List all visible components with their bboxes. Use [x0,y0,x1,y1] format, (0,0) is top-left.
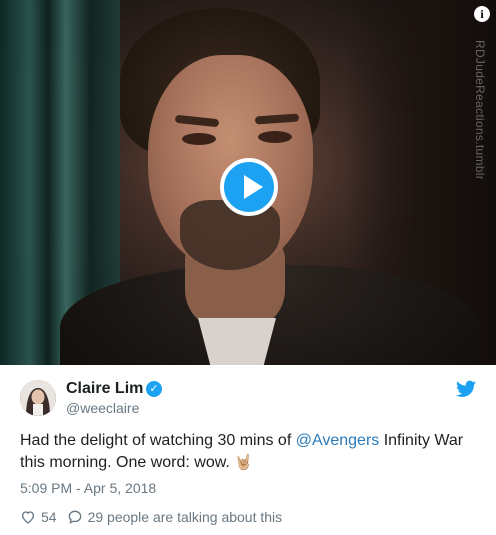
author-name[interactable]: Claire Lim [66,380,143,398]
talking-count[interactable]: 29 people are talking about this [88,509,283,525]
tweet-text-part: Had the delight of watching 30 mins of [20,432,296,449]
avatar-image [20,380,56,416]
tweet-timestamp[interactable]: 5:09 PM - Apr 5, 2018 [20,480,156,496]
info-icon[interactable]: i [474,6,490,22]
video-watermark: RDJudeReactions.tumblr [473,40,487,180]
video-subject-eye [182,133,216,145]
verified-badge-icon: ✓ [146,381,162,397]
twitter-bird-icon[interactable] [456,380,476,398]
play-icon[interactable] [220,158,278,216]
speech-bubble-icon[interactable] [67,509,83,525]
tweet-text: Had the delight of watching 30 mins of @… [20,430,485,474]
tweet-video[interactable]: RDJudeReactions.tumblr i [0,0,496,365]
tweet-actions: 54 29 people are talking about this [20,507,282,527]
like-count[interactable]: 54 [41,509,57,525]
video-subject-shirt [198,318,276,365]
embedded-tweet: RDJudeReactions.tumblr i Claire Lim ✓ @w… [0,0,496,535]
video-subject-eye [258,131,292,143]
author-handle[interactable]: @weeclaire [66,400,139,416]
mention-link[interactable]: @Avengers [296,432,380,449]
rock-hand-emoji: 🤘🏼 [234,454,253,471]
heart-icon[interactable] [20,509,36,525]
avatar[interactable] [20,380,56,416]
